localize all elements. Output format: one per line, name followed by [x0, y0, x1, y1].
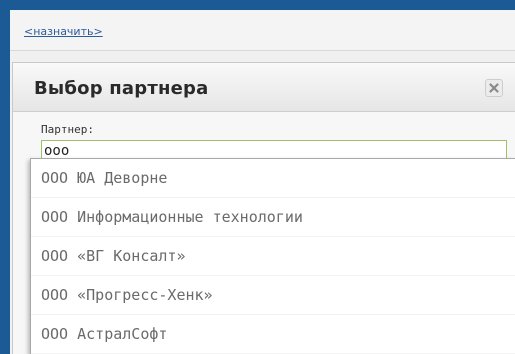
- suggestion-item[interactable]: ООО АстралСофт: [31, 315, 515, 354]
- dialog-header: Выбор партнера: [13, 63, 515, 112]
- dialog-title: Выбор партнера: [34, 78, 209, 99]
- window-frame: <назначить> Выбор партнера Партнер: ООО …: [0, 0, 515, 354]
- toolbar-strip: <назначить>: [10, 10, 515, 51]
- suggestion-list: ООО ЮА Деворне ООО Информационные технол…: [30, 158, 515, 354]
- assign-link[interactable]: <назначить>: [24, 25, 103, 38]
- close-icon: [489, 83, 499, 93]
- suggestion-item[interactable]: ООО ЮА Деворне: [31, 159, 515, 198]
- partner-field-label: Партнер:: [41, 123, 94, 136]
- close-button[interactable]: [485, 79, 503, 97]
- suggestion-item[interactable]: ООО Информационные технологии: [31, 198, 515, 237]
- suggestion-item[interactable]: ООО «Прогресс-Хенк»: [31, 276, 515, 315]
- suggestion-item[interactable]: ООО «ВГ Консалт»: [31, 237, 515, 276]
